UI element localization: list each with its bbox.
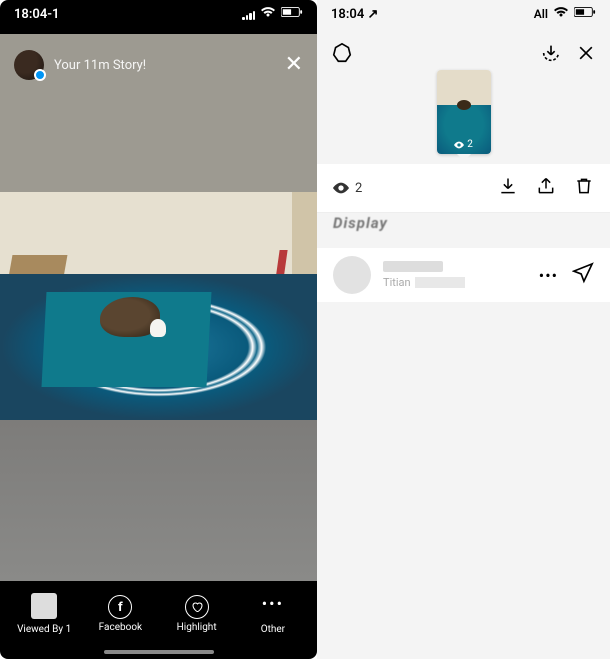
delete-icon[interactable] bbox=[574, 176, 594, 200]
thumb-pointer bbox=[457, 154, 471, 161]
verified-badge bbox=[34, 69, 46, 81]
story-bg-bottom bbox=[0, 420, 317, 581]
story-header: Your 11m Story! ✕ bbox=[0, 42, 317, 80]
viewer-subtitle: Titian bbox=[383, 276, 411, 289]
viewer-row[interactable]: Titian ••• bbox=[317, 248, 610, 302]
save-icon[interactable] bbox=[540, 42, 562, 64]
status-bar: 18:04-1 bbox=[0, 6, 317, 22]
send-icon[interactable] bbox=[572, 262, 594, 288]
status-time: 18:04 ↗ bbox=[331, 7, 378, 22]
status-time: 18:04-1 bbox=[14, 7, 59, 22]
story-panel: 18:04-1 Your 11m Story! ✕ Viewed By 1 f … bbox=[0, 0, 317, 659]
story-actions-bar: Viewed By 1 f Facebook Highlight ••• Oth… bbox=[0, 585, 317, 643]
highlight-button[interactable]: Highlight bbox=[159, 595, 235, 633]
story-image[interactable] bbox=[0, 192, 317, 420]
story-thumbnail[interactable]: 2 bbox=[437, 70, 491, 154]
wifi-icon bbox=[260, 6, 276, 22]
status-icons bbox=[242, 6, 303, 22]
status-bar: 18:04 ↗ All bbox=[317, 6, 610, 22]
action-icons bbox=[498, 176, 594, 200]
status-icons: All bbox=[534, 6, 596, 22]
facebook-button[interactable]: f Facebook bbox=[82, 595, 158, 633]
more-icon: ••• bbox=[262, 594, 284, 613]
viewer-avatar bbox=[333, 256, 371, 294]
viewer-subtitle-redacted bbox=[415, 277, 465, 288]
signal-icon bbox=[242, 9, 255, 20]
share-icon[interactable] bbox=[536, 176, 556, 200]
viewed-by-button[interactable]: Viewed By 1 bbox=[6, 593, 82, 635]
viewers-panel: 18:04 ↗ All 2 bbox=[317, 0, 610, 659]
view-count: 2 bbox=[333, 181, 362, 196]
user-avatar[interactable] bbox=[14, 50, 44, 80]
stats-row: 2 bbox=[317, 164, 610, 213]
battery-icon bbox=[574, 6, 596, 22]
story-label: Your 11m Story! bbox=[54, 58, 285, 73]
highlight-icon bbox=[185, 595, 209, 619]
facebook-icon: f bbox=[108, 595, 132, 619]
home-indicator[interactable] bbox=[104, 650, 214, 654]
settings-icon[interactable] bbox=[331, 42, 353, 64]
viewer-actions: ••• bbox=[539, 262, 594, 288]
carrier-label: All bbox=[534, 7, 548, 21]
section-label: Display bbox=[333, 214, 388, 232]
wifi-icon bbox=[553, 6, 569, 22]
viewer-more-icon[interactable]: ••• bbox=[539, 266, 558, 285]
thumb-view-count: 2 bbox=[437, 139, 491, 150]
viewer-name-redacted bbox=[383, 261, 443, 272]
download-icon[interactable] bbox=[498, 176, 518, 200]
close-icon[interactable] bbox=[576, 43, 596, 63]
close-icon[interactable]: ✕ bbox=[285, 52, 303, 77]
viewer-info: Titian bbox=[383, 261, 539, 289]
battery-icon bbox=[281, 6, 303, 22]
more-button[interactable]: ••• Other bbox=[235, 594, 311, 635]
viewers-header bbox=[317, 42, 610, 64]
viewer-thumb-icon bbox=[31, 593, 57, 619]
